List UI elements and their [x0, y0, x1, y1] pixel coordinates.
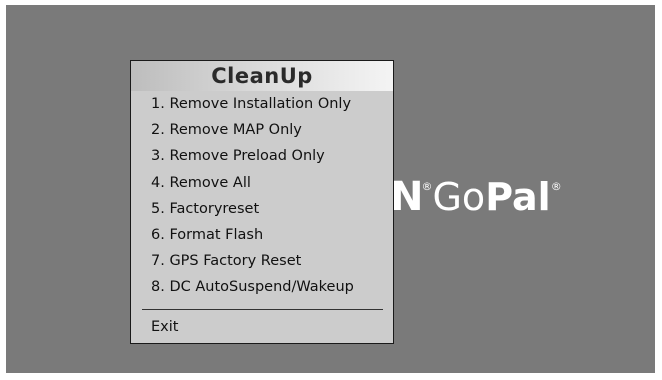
menu-item-remove-all[interactable]: 4. Remove All [131, 170, 393, 196]
logo-pal-text: Pal [485, 175, 551, 219]
menu-item-format-flash[interactable]: 6. Format Flash [131, 222, 393, 248]
menu-item-remove-map[interactable]: 2. Remove MAP Only [131, 117, 393, 143]
cleanup-menu: CleanUp 1. Remove Installation Only 2. R… [130, 60, 394, 344]
menu-item-factoryreset[interactable]: 5. Factoryreset [131, 196, 393, 222]
menu-title: CleanUp [131, 61, 393, 91]
logo-partial-letter: N [390, 174, 424, 220]
menu-item-remove-installation[interactable]: 1. Remove Installation Only [131, 91, 393, 117]
menu-item-exit[interactable]: Exit [131, 315, 393, 339]
menu-item-dc-autosuspend[interactable]: 8. DC AutoSuspend/Wakeup [131, 274, 393, 300]
menu-item-remove-preload[interactable]: 3. Remove Preload Only [131, 143, 393, 169]
menu-item-gps-factory-reset[interactable]: 7. GPS Factory Reset [131, 248, 393, 274]
menu-divider [142, 308, 383, 310]
logo-go-text: Go [432, 175, 486, 219]
menu-list: 1. Remove Installation Only 2. Remove MA… [131, 91, 393, 301]
logo-registered-mark: ® [421, 180, 433, 193]
gopal-logo: N ® Go Pal ® [390, 174, 562, 220]
device-screen: N ® Go Pal ® CleanUp 1. Remove Installat… [6, 5, 655, 373]
logo-registered-mark-end: ® [550, 180, 562, 193]
